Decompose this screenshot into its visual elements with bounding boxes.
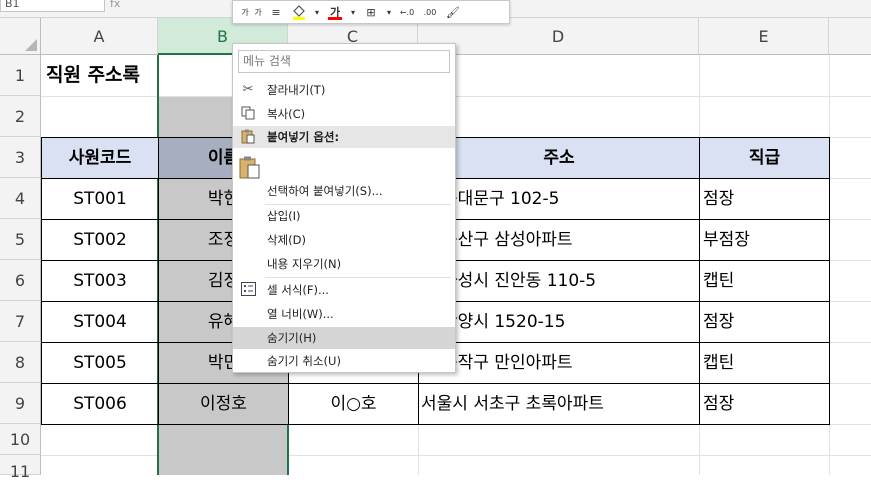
row-header-1[interactable]: 1 [0, 55, 41, 96]
menu-item-insert[interactable]: 삽입(I) [233, 205, 455, 227]
row-header-10[interactable]: 10 [0, 424, 41, 455]
cell-address[interactable]: 도 화성시 진안동 110-5 [418, 260, 700, 302]
menu-search-input[interactable]: 메뉴 검색 [238, 50, 450, 73]
cell-address[interactable]: 시 동대문구 102-5 [418, 178, 700, 220]
column-header-e[interactable]: E [699, 18, 829, 55]
paste-icon [239, 129, 257, 145]
fill-color-button[interactable] [288, 2, 310, 22]
row-header-11[interactable]: 11 [0, 455, 41, 481]
paint-bucket-icon [293, 5, 305, 20]
select-all-corner[interactable] [0, 18, 41, 55]
paste-option-icon [239, 156, 261, 180]
cell-address[interactable]: 서울시 서초구 초록아파트 [418, 383, 700, 425]
cell-address[interactable]: 시 동작구 만인아파트 [418, 342, 700, 384]
fx-label: fx [110, 0, 121, 10]
row-header-8[interactable]: 8 [0, 342, 41, 383]
name-box[interactable]: B1 [0, 0, 105, 12]
row-header-2[interactable]: 2 [0, 96, 41, 137]
decrease-font-button[interactable]: 가 [252, 2, 264, 22]
row-header-4[interactable]: 4 [0, 178, 41, 219]
row-header-6[interactable]: 6 [0, 260, 41, 301]
menu-item-delete[interactable]: 삭제(D) [233, 229, 455, 251]
menu-item-paste-special[interactable]: 선택하여 붙여넣기(S)... [233, 180, 455, 202]
column-header-a[interactable]: A [41, 18, 158, 55]
row-header-7[interactable]: 7 [0, 301, 41, 342]
cell-position[interactable]: 캡틴 [699, 260, 830, 302]
header-position[interactable]: 직급 [699, 137, 830, 179]
header-code[interactable]: 사원코드 [41, 137, 159, 179]
copy-icon [239, 106, 257, 122]
cell-code[interactable]: ST005 [41, 342, 159, 384]
cell-position[interactable]: 부점장 [699, 219, 830, 261]
menu-item-clear-contents[interactable]: 내용 지우기(N) [233, 253, 455, 275]
menu-item-copy[interactable]: 복사(C) [233, 103, 455, 125]
align-icon[interactable]: ≡ [265, 2, 287, 22]
mini-toolbar: 가 가 ≡ ▾ 가 ▾ ⊞ ▾ ←.0 .00 🖌 [232, 0, 510, 24]
header-address[interactable]: 주소 [418, 137, 700, 179]
cell-code[interactable]: ST006 [41, 383, 159, 425]
cell-name[interactable]: 이정호 [158, 383, 289, 425]
menu-item-cut[interactable]: ✂ 잘라내기(T) [233, 79, 455, 101]
context-menu: 메뉴 검색 ✂ 잘라내기(T) 복사(C) 붙여넣기 옵션: 선택하여 붙여넣기… [232, 43, 456, 373]
cell-code[interactable]: ST004 [41, 301, 159, 343]
cell-position[interactable]: 점장 [699, 301, 830, 343]
menu-item-format-cells[interactable]: 셀 서식(F)... [233, 279, 455, 301]
cell-code[interactable]: ST002 [41, 219, 159, 261]
format-cells-icon [239, 282, 257, 298]
font-color-button[interactable]: 가 [324, 2, 346, 22]
format-painter-icon[interactable]: 🖌 [442, 2, 464, 22]
borders-icon[interactable]: ⊞ [360, 2, 382, 22]
menu-item-column-width[interactable]: 열 너비(W)... [233, 303, 455, 325]
font-color-dropdown[interactable]: ▾ [347, 2, 359, 22]
cell-position[interactable]: 점장 [699, 383, 830, 425]
row-header-9[interactable]: 9 [0, 383, 41, 424]
row-header-3[interactable]: 3 [0, 137, 41, 178]
decrease-decimal-icon[interactable]: .00 [419, 2, 441, 22]
cell-address[interactable]: 도 안양시 1520-15 [418, 301, 700, 343]
cell-address[interactable]: 시 용산구 삼성아파트 [418, 219, 700, 261]
row-header-5[interactable]: 5 [0, 219, 41, 260]
scissors-icon: ✂ [242, 82, 254, 97]
increase-font-button[interactable]: 가 [239, 2, 251, 22]
borders-dropdown[interactable]: ▾ [383, 2, 395, 22]
cell-name-masked[interactable]: 이○호 [288, 383, 419, 425]
menu-section-paste-options: 붙여넣기 옵션: [233, 126, 455, 148]
cell-position[interactable]: 캡틴 [699, 342, 830, 384]
sheet-title: 직원 주소록 [46, 64, 141, 86]
cell-code[interactable]: ST001 [41, 178, 159, 220]
menu-item-hide[interactable]: 숨기기(H) [233, 327, 455, 349]
paste-option-button[interactable] [233, 150, 455, 184]
cell-code[interactable]: ST003 [41, 260, 159, 302]
cell-position[interactable]: 점장 [699, 178, 830, 220]
fill-color-dropdown[interactable]: ▾ [311, 2, 323, 22]
menu-item-unhide[interactable]: 숨기기 취소(U) [233, 350, 455, 372]
selected-cell-b10[interactable] [159, 425, 288, 475]
increase-decimal-icon[interactable]: ←.0 [396, 2, 418, 22]
column-header-f[interactable] [829, 18, 871, 55]
